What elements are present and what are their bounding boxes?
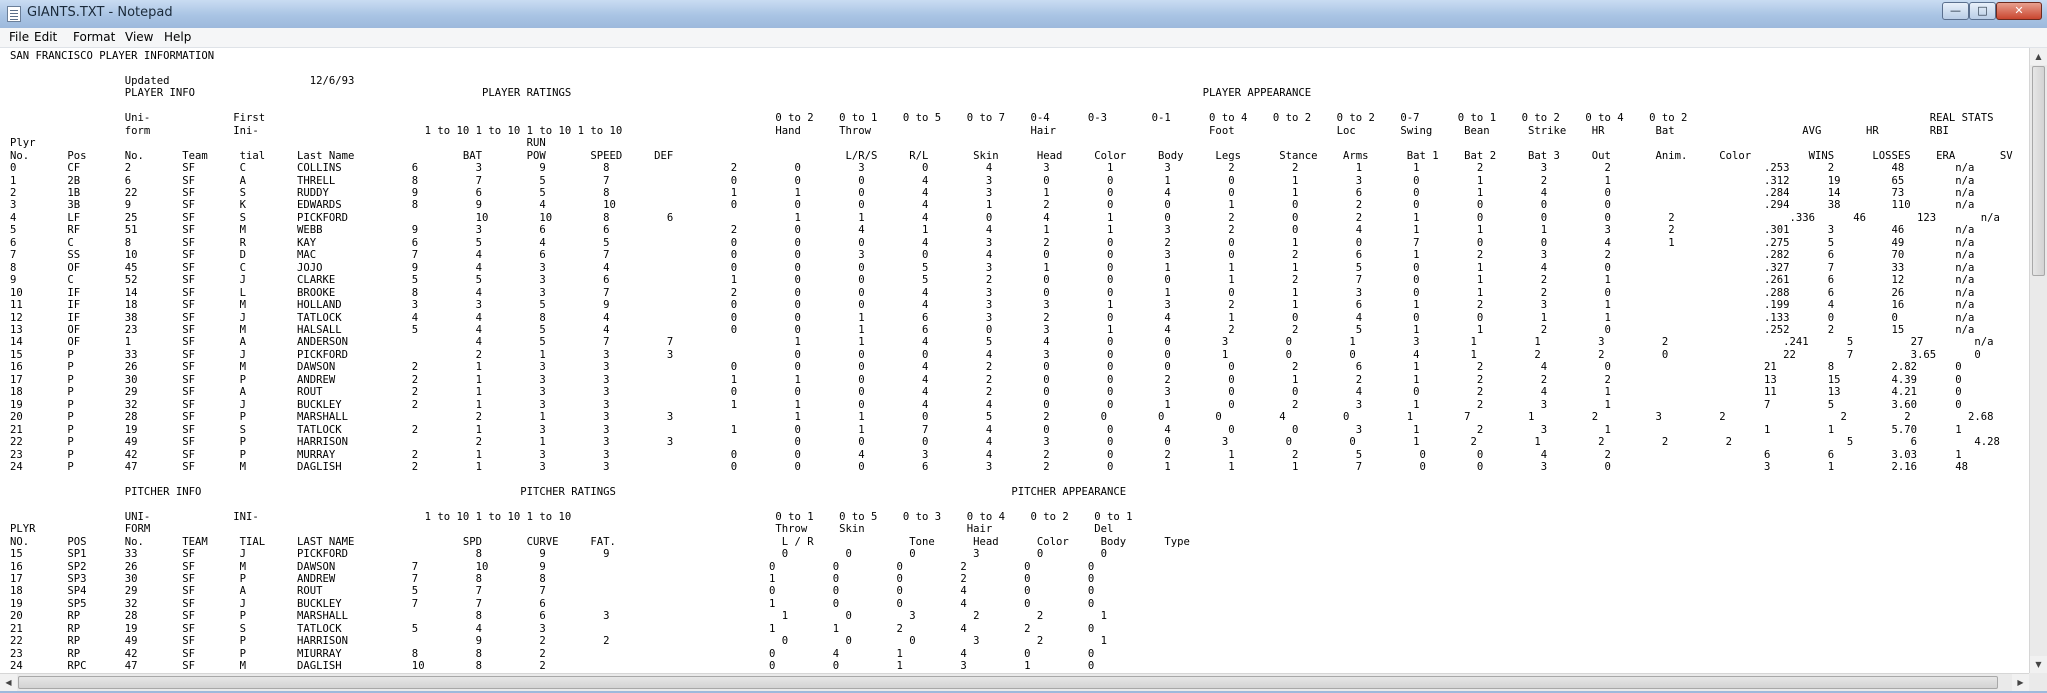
document-text[interactable]: SAN FRANCISCO PLAYER INFORMATION Updated… xyxy=(0,48,2029,673)
horizontal-scroll-thumb[interactable] xyxy=(18,676,1998,689)
vertical-scrollbar[interactable]: ▲ ▼ xyxy=(2029,48,2047,673)
minimize-button[interactable]: — xyxy=(1942,2,1969,20)
scroll-down-arrow-icon[interactable]: ▼ xyxy=(2030,656,2047,673)
text-editor-area[interactable]: SAN FRANCISCO PLAYER INFORMATION Updated… xyxy=(0,48,2029,673)
scroll-right-arrow-icon[interactable]: ▶ xyxy=(2012,674,2029,691)
menu-bar: File Edit Format View Help xyxy=(0,28,2047,48)
window-title: GIANTS.TXT - Notepad xyxy=(27,5,173,20)
maximize-button[interactable]: □ xyxy=(1969,2,1996,20)
menu-view[interactable]: View xyxy=(125,29,153,46)
title-bar[interactable]: GIANTS.TXT - Notepad — □ ✕ xyxy=(0,0,2047,29)
scrollbar-corner xyxy=(2029,673,2047,691)
menu-file[interactable]: File xyxy=(9,29,29,46)
vertical-scroll-thumb[interactable] xyxy=(2032,66,2045,276)
scroll-up-arrow-icon[interactable]: ▲ xyxy=(2030,48,2047,65)
scroll-left-arrow-icon[interactable]: ◀ xyxy=(0,674,17,691)
notepad-window: GIANTS.TXT - Notepad — □ ✕ File Edit For… xyxy=(0,0,2047,693)
menu-edit[interactable]: Edit xyxy=(34,29,57,46)
menu-format[interactable]: Format xyxy=(73,29,115,46)
menu-help[interactable]: Help xyxy=(164,29,191,46)
horizontal-scrollbar[interactable]: ◀ ▶ xyxy=(0,673,2029,691)
notepad-icon xyxy=(7,6,21,22)
close-button[interactable]: ✕ xyxy=(1996,2,2042,20)
